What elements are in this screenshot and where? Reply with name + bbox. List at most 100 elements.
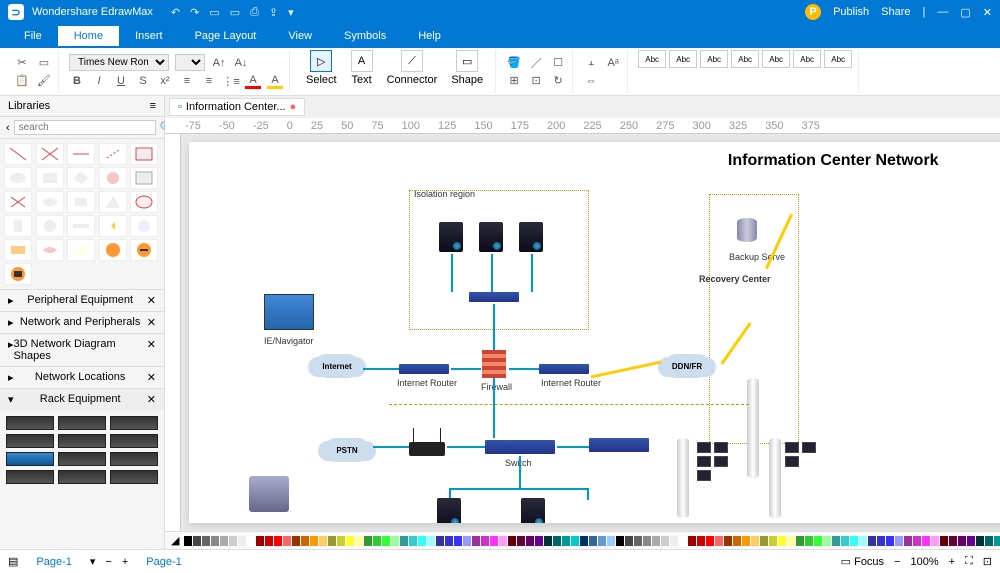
shape-item[interactable] xyxy=(67,191,95,213)
color-swatch[interactable] xyxy=(472,536,480,546)
color-swatch[interactable] xyxy=(868,536,876,546)
color-swatch[interactable] xyxy=(760,536,768,546)
color-swatch[interactable] xyxy=(238,536,246,546)
shape-item[interactable] xyxy=(130,239,158,261)
color-swatch[interactable] xyxy=(895,536,903,546)
document-tab[interactable]: ▫ Information Center... ● xyxy=(169,98,305,116)
color-swatch[interactable] xyxy=(202,536,210,546)
theme-7[interactable]: Abc xyxy=(824,50,852,68)
increase-font-icon[interactable]: A↑ xyxy=(211,55,227,71)
strike-icon[interactable]: S xyxy=(135,73,151,89)
backup-cylinder[interactable] xyxy=(737,218,757,242)
add-page-icon[interactable]: + xyxy=(122,556,128,568)
paste-icon[interactable]: 📋 xyxy=(14,73,30,89)
color-swatch[interactable] xyxy=(652,536,660,546)
group-icon[interactable]: ⊡ xyxy=(528,73,544,89)
zoom-out-icon[interactable]: − xyxy=(894,556,900,568)
shape-item[interactable] xyxy=(36,143,64,165)
theme-1[interactable]: Abc xyxy=(638,50,666,68)
font-select[interactable]: Times New Roman xyxy=(69,54,169,71)
color-swatch[interactable] xyxy=(427,536,435,546)
lan-group-2[interactable] xyxy=(785,442,816,467)
color-swatch[interactable] xyxy=(517,536,525,546)
shape-item[interactable] xyxy=(36,239,64,261)
color-swatch[interactable] xyxy=(562,536,570,546)
color-swatch[interactable] xyxy=(346,536,354,546)
superscript-icon[interactable]: x² xyxy=(157,73,173,89)
shape-item[interactable] xyxy=(4,215,32,237)
fullscreen-icon[interactable]: ⊡ xyxy=(983,555,992,568)
color-swatch[interactable] xyxy=(715,536,723,546)
pstn-cloud[interactable]: PSTN xyxy=(324,438,370,462)
copy-icon[interactable]: ▭ xyxy=(36,55,52,71)
search-input[interactable] xyxy=(14,120,156,135)
color-swatch[interactable] xyxy=(328,536,336,546)
menu-pagelayout[interactable]: Page Layout xyxy=(179,26,273,46)
theme-4[interactable]: Abc xyxy=(731,50,759,68)
export-icon[interactable]: ⇪ xyxy=(269,6,278,19)
color-swatch[interactable] xyxy=(976,536,984,546)
color-swatch[interactable] xyxy=(544,536,552,546)
shape-item[interactable] xyxy=(67,215,95,237)
shape-item[interactable] xyxy=(130,167,158,189)
color-swatch[interactable] xyxy=(580,536,588,546)
save-icon[interactable]: ▭ xyxy=(230,6,240,19)
more-icon[interactable]: ▾ xyxy=(288,6,294,19)
color-swatch[interactable] xyxy=(598,536,606,546)
shape-tool[interactable]: ▭Shape xyxy=(445,50,489,93)
color-swatch[interactable] xyxy=(787,536,795,546)
color-swatch[interactable] xyxy=(463,536,471,546)
color-swatch[interactable] xyxy=(967,536,975,546)
shape-item[interactable] xyxy=(99,239,127,261)
share-button[interactable]: Share xyxy=(881,6,910,18)
lib-3d[interactable]: ▸3D Network Diagram Shapes✕ xyxy=(0,333,164,366)
color-swatch[interactable] xyxy=(184,536,192,546)
color-swatch[interactable] xyxy=(499,536,507,546)
color-swatch[interactable] xyxy=(508,536,516,546)
rotate-icon[interactable]: ↻ xyxy=(550,73,566,89)
color-swatch[interactable] xyxy=(247,536,255,546)
menu-view[interactable]: View xyxy=(272,26,328,46)
wireless-router[interactable] xyxy=(409,442,445,456)
color-swatch[interactable] xyxy=(265,536,273,546)
shape-item[interactable] xyxy=(4,143,32,165)
color-swatch[interactable] xyxy=(940,536,948,546)
color-swatch[interactable] xyxy=(409,536,417,546)
color-swatch[interactable] xyxy=(310,536,318,546)
shape-item[interactable] xyxy=(67,167,95,189)
color-swatch[interactable] xyxy=(274,536,282,546)
color-swatch[interactable] xyxy=(841,536,849,546)
color-swatch[interactable] xyxy=(823,536,831,546)
isolation-region[interactable]: Isolation region xyxy=(409,190,589,330)
libraries-menu-icon[interactable]: ≡ xyxy=(150,100,156,112)
switch-node[interactable] xyxy=(485,440,555,454)
server-node[interactable] xyxy=(439,222,463,252)
lib-locations[interactable]: ▸Network Locations✕ xyxy=(0,366,164,388)
app-server-1[interactable] xyxy=(437,498,461,523)
color-swatch[interactable] xyxy=(859,536,867,546)
color-swatch[interactable] xyxy=(616,536,624,546)
color-swatch[interactable] xyxy=(796,536,804,546)
maximize-icon[interactable]: ▢ xyxy=(960,6,970,19)
internet-router-2[interactable] xyxy=(539,364,589,374)
zoom-in-icon[interactable]: + xyxy=(949,556,955,568)
arrange-icon[interactable]: ⊞ xyxy=(506,73,522,89)
shape-item[interactable] xyxy=(99,167,127,189)
theme-2[interactable]: Abc xyxy=(669,50,697,68)
color-swatch[interactable] xyxy=(391,536,399,546)
lib-peripheral[interactable]: ▸Peripheral Equipment✕ xyxy=(0,289,164,311)
color-swatch[interactable] xyxy=(643,536,651,546)
lib-network[interactable]: ▸Network and Peripherals✕ xyxy=(0,311,164,333)
theme-3[interactable]: Abc xyxy=(700,50,728,68)
rack-item[interactable] xyxy=(58,452,106,466)
color-swatch[interactable] xyxy=(481,536,489,546)
color-swatch[interactable] xyxy=(877,536,885,546)
rack-item[interactable] xyxy=(6,416,54,430)
shape-item[interactable] xyxy=(67,143,95,165)
color-swatch[interactable] xyxy=(805,536,813,546)
shape-item[interactable] xyxy=(130,191,158,213)
connector-tool[interactable]: ⟋Connector xyxy=(381,50,444,93)
line-icon[interactable]: ／ xyxy=(528,55,544,71)
redo-icon[interactable]: ↷ xyxy=(190,6,199,19)
rack-item[interactable] xyxy=(6,434,54,448)
